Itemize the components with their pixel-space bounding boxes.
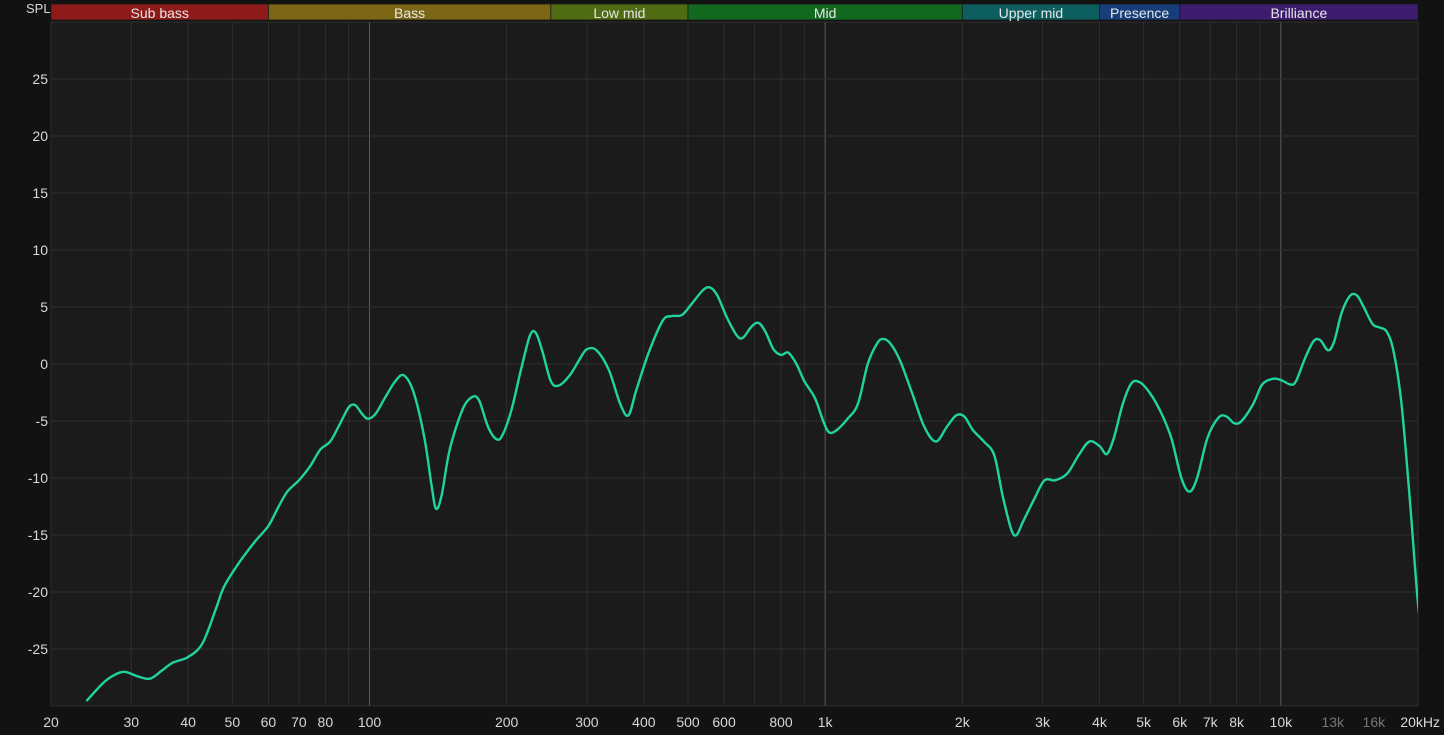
x-tick-label: 5k <box>1136 714 1152 730</box>
x-tick-label: 7k <box>1203 714 1219 730</box>
y-tick-label: -25 <box>28 641 48 657</box>
x-tick-label: 13k <box>1321 714 1345 730</box>
x-tick-label: 4k <box>1092 714 1108 730</box>
x-tick-label: 8k <box>1229 714 1245 730</box>
y-tick-label: 0 <box>40 356 48 372</box>
y-tick-label: -5 <box>36 413 49 429</box>
y-tick-label: -10 <box>28 470 48 486</box>
x-tick-label: 100 <box>358 714 382 730</box>
x-tick-label: 500 <box>676 714 700 730</box>
x-tick-label: 3k <box>1035 714 1051 730</box>
x-tick-label: 20kHz <box>1400 714 1440 730</box>
x-tick-label: 30 <box>123 714 139 730</box>
y-tick-label: 15 <box>32 185 48 201</box>
y-tick-label: 20 <box>32 128 48 144</box>
y-tick-label: 25 <box>32 71 48 87</box>
x-tick-label: 10k <box>1270 714 1294 730</box>
band-label-0: Sub bass <box>131 5 189 21</box>
y-tick-label: -20 <box>28 584 48 600</box>
x-tick-label: 300 <box>575 714 599 730</box>
y-tick-label: -15 <box>28 527 48 543</box>
x-tick-label: 80 <box>318 714 334 730</box>
frequency-response-chart: SPL Sub bass Bass Low mid Mid Upper mid Prese… <box>0 0 1444 735</box>
x-tick-label: 200 <box>495 714 519 730</box>
y-axis-label: SPL <box>26 1 51 16</box>
band-label-1: Bass <box>394 5 425 21</box>
y-tick-label: 5 <box>40 299 48 315</box>
x-tick-label: 40 <box>180 714 196 730</box>
x-tick-label: 800 <box>769 714 793 730</box>
frequency-bands: Sub bass Bass Low mid Mid Upper mid Presence B… <box>50 3 1419 21</box>
x-tick-label: 2k <box>955 714 971 730</box>
y-tick-label: 10 <box>32 242 48 258</box>
x-tick-label: 70 <box>291 714 307 730</box>
x-tick-label: 60 <box>261 714 277 730</box>
x-tick-label: 600 <box>712 714 736 730</box>
band-label-5: Presence <box>1110 5 1169 21</box>
band-label-4: Upper mid <box>999 5 1064 21</box>
x-tick-label: 400 <box>632 714 656 730</box>
band-label-3: Mid <box>814 5 837 21</box>
x-tick-label: 1k <box>818 714 834 730</box>
x-tick-label: 50 <box>225 714 241 730</box>
band-label-2: Low mid <box>593 5 645 21</box>
x-tick-label: 20 <box>43 714 59 730</box>
band-label-6: Brilliance <box>1270 5 1327 21</box>
x-tick-label: 16k <box>1363 714 1387 730</box>
x-tick-label: 6k <box>1172 714 1188 730</box>
